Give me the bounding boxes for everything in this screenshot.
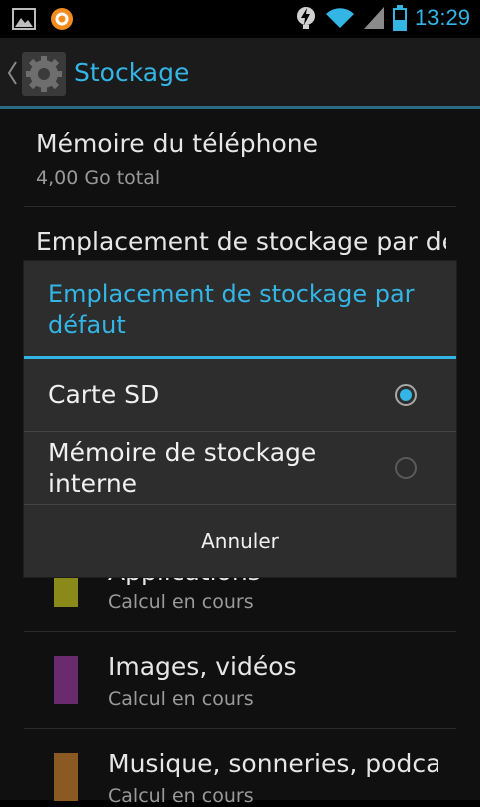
page-title: Stockage	[74, 58, 190, 87]
sync-app-icon	[51, 8, 73, 30]
battery-icon	[392, 5, 407, 31]
cancel-button[interactable]: Annuler	[24, 505, 456, 577]
option-label: Carte SD	[48, 380, 160, 409]
category-swatch	[54, 753, 78, 801]
power-saver-icon	[296, 7, 315, 29]
divider	[24, 206, 456, 207]
option-internal-storage[interactable]: Mémoire de stockage interne	[24, 432, 456, 504]
phone-memory-title: Mémoire du téléphone	[36, 129, 319, 158]
category-title[interactable]: Images, vidéos	[108, 652, 438, 681]
gallery-icon	[12, 8, 36, 30]
back-chevron-icon[interactable]	[6, 60, 18, 86]
category-subtitle: Calcul en cours	[108, 785, 254, 807]
option-label: Mémoire de stockage interne	[48, 438, 317, 498]
signal-icon	[363, 7, 384, 29]
option-sd-card[interactable]: Carte SD	[24, 359, 456, 431]
radio-selected-icon[interactable]	[395, 384, 417, 406]
category-subtitle: Calcul en cours	[108, 688, 254, 710]
divider	[24, 728, 456, 729]
category-subtitle: Calcul en cours	[108, 591, 254, 613]
radio-unselected-icon[interactable]	[395, 457, 417, 479]
category-swatch	[54, 656, 78, 704]
storage-location-dialog: Emplacement de stockage par défaut Carte…	[24, 261, 456, 577]
dialog-title: Emplacement de stockage par défaut	[48, 280, 415, 339]
settings-gear-icon[interactable]	[22, 52, 66, 96]
default-location-item[interactable]: Emplacement de stockage par défaut	[36, 227, 446, 256]
divider	[24, 631, 456, 632]
category-title[interactable]: Musique, sonneries, podcasts	[108, 749, 438, 778]
clock: 13:29	[414, 5, 470, 30]
status-bar: 13:29	[0, 0, 480, 38]
phone-memory-total: 4,00 Go total	[36, 167, 161, 189]
wifi-icon	[325, 8, 354, 28]
action-bar: Stockage	[0, 38, 480, 108]
